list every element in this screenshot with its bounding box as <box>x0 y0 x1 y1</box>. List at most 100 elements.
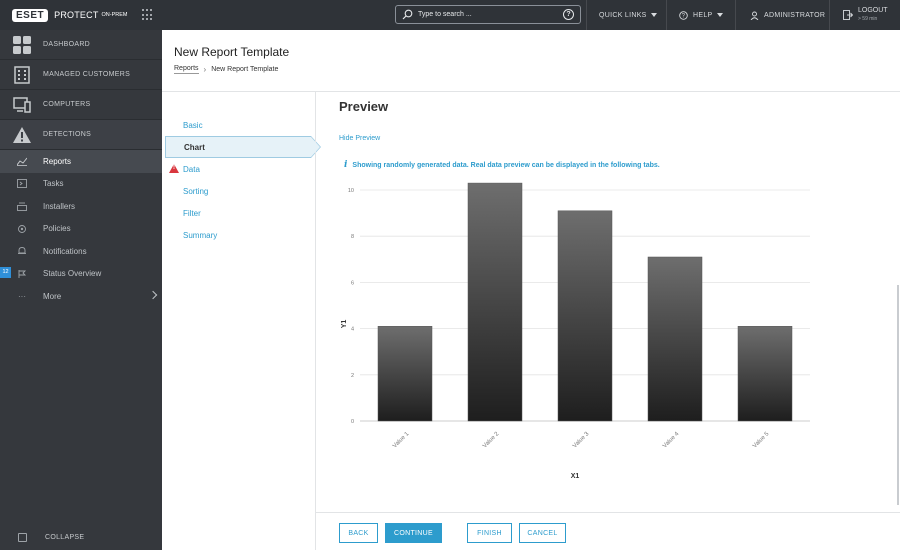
sidebar-item-notifications[interactable]: Notifications <box>0 240 162 263</box>
eset-logo[interactable]: ESET PROTECT ON-PREM <box>12 8 128 22</box>
continue-button[interactable]: CONTINUE <box>385 523 442 543</box>
sidebar-item-label: Installers <box>43 201 76 211</box>
scrollbar[interactable] <box>897 285 899 505</box>
installers-icon <box>17 201 27 211</box>
sidebar-item-label: Reports <box>43 156 72 166</box>
status-icon <box>17 269 27 279</box>
breadcrumb-separator-icon: › <box>203 65 207 74</box>
logout-icon <box>843 10 853 20</box>
quick-links-menu[interactable]: QUICK LINKS <box>599 0 657 30</box>
logout-text: LOGOUT <box>858 7 888 14</box>
bar[interactable] <box>647 256 703 422</box>
policies-icon <box>17 224 27 234</box>
sidebar-item-installers[interactable]: Installers <box>0 195 162 218</box>
y-tick-label: 4 <box>351 327 354 333</box>
content-divider <box>315 92 316 550</box>
building-icon <box>12 65 32 85</box>
sidebar-item-managed-customers[interactable]: MANAGED CUSTOMERS <box>0 60 162 90</box>
divider <box>586 0 587 30</box>
tasks-icon <box>17 179 27 189</box>
sidebar-item-label: Status Overview <box>43 269 102 279</box>
collapse-button[interactable]: COLLAPSE <box>0 524 162 550</box>
search-input[interactable]: Type to search ... <box>418 11 563 18</box>
chevron-right-icon <box>148 290 158 300</box>
breadcrumb: Reports › New Report Template <box>174 65 278 74</box>
collapse-label: COLLAPSE <box>45 533 85 541</box>
top-bar: ESET PROTECT ON-PREM Type to search ... … <box>0 0 900 30</box>
wizard-steps: Basic Chart Data Sorting Filter Summary <box>165 114 321 246</box>
page-header: New Report Template Reports › New Report… <box>162 30 900 92</box>
bar[interactable] <box>377 326 433 422</box>
logout-button[interactable]: LOGOUT > 59 min <box>843 4 888 26</box>
info-text: Showing randomly generated data. Real da… <box>352 161 660 169</box>
sidebar-item-label: Policies <box>43 224 71 234</box>
sidebar-item-policies[interactable]: Policies <box>0 218 162 241</box>
y-tick-label: 0 <box>351 419 354 425</box>
step-chart[interactable]: Chart <box>165 136 321 158</box>
preview-title: Preview <box>339 99 389 114</box>
help-icon: ? <box>679 10 688 20</box>
search-icon <box>402 9 413 20</box>
cancel-button[interactable]: CANCEL <box>519 523 566 543</box>
sidebar-item-computers[interactable]: COMPUTERS <box>0 90 162 120</box>
breadcrumb-current: New Report Template <box>211 66 279 73</box>
wizard-footer: BACK CONTINUE FINISH CANCEL <box>316 512 900 550</box>
step-filter[interactable]: Filter <box>165 202 315 224</box>
product-edition: ON-PREM <box>101 12 128 18</box>
logo-badge: ESET <box>12 8 49 22</box>
sidebar-item-reports[interactable]: Reports <box>0 150 162 173</box>
sidebar-item-tasks[interactable]: Tasks <box>0 173 162 196</box>
sidebar-item-label: Tasks <box>43 179 64 189</box>
reports-icon <box>17 156 27 166</box>
step-summary[interactable]: Summary <box>165 224 315 246</box>
sidebar-item-status-overview[interactable]: 12 Status Overview <box>0 263 162 286</box>
x-tick-label: Value 5 <box>752 431 771 450</box>
user-label: ADMINISTRATOR <box>764 11 826 19</box>
warning-icon <box>12 125 32 145</box>
logout-label: LOGOUT > 59 min <box>858 7 888 23</box>
page-title: New Report Template <box>174 45 290 59</box>
info-icon: i <box>344 160 348 170</box>
collapse-icon <box>18 532 27 542</box>
finish-button[interactable]: FINISH <box>467 523 512 543</box>
dashboard-icon <box>12 35 32 55</box>
sidebar-item-detections[interactable]: DETECTIONS <box>0 120 162 150</box>
y-tick-label: 10 <box>348 188 354 194</box>
back-button[interactable]: BACK <box>339 523 378 543</box>
bar[interactable] <box>467 182 523 422</box>
sidebar-item-more[interactable]: ··· More <box>0 285 162 308</box>
y-tick-label: 8 <box>351 234 354 240</box>
sidebar-item-dashboard[interactable]: DASHBOARD <box>0 30 162 60</box>
sidebar-item-label: DASHBOARD <box>43 41 91 48</box>
session-time: > 59 min <box>858 16 878 22</box>
more-icon: ··· <box>18 291 26 301</box>
sidebar: DASHBOARD MANAGED CUSTOMERS COMPUTERS DE… <box>0 30 162 550</box>
warning-icon <box>169 164 179 173</box>
search-box[interactable]: Type to search ... ? <box>395 5 581 24</box>
chart-bars <box>377 182 793 422</box>
search-help-icon[interactable]: ? <box>563 9 574 20</box>
bar-chart: 0246810 Value 1 Value 2 Value 3 Value 4 Valu… <box>341 182 810 480</box>
x-tick-label: Value 4 <box>662 431 681 450</box>
info-message: i Showing randomly generated data. Real … <box>344 160 660 170</box>
step-label: Data <box>183 164 200 174</box>
breadcrumb-link-reports[interactable]: Reports <box>174 65 199 74</box>
app-grid-icon[interactable] <box>141 9 154 21</box>
step-sorting[interactable]: Sorting <box>165 180 315 202</box>
step-data[interactable]: Data <box>165 158 315 180</box>
divider <box>735 0 736 30</box>
divider <box>829 0 830 30</box>
notifications-icon <box>17 246 27 256</box>
bar[interactable] <box>737 326 793 422</box>
sidebar-item-label: MANAGED CUSTOMERS <box>43 71 131 78</box>
chevron-down-icon <box>650 13 657 17</box>
bar[interactable] <box>557 210 613 422</box>
chevron-down-icon <box>716 13 723 17</box>
y-axis-label: Y1 <box>341 320 348 329</box>
sidebar-item-label: DETECTIONS <box>43 131 92 138</box>
x-tick-label: Value 3 <box>572 431 591 450</box>
step-basic[interactable]: Basic <box>165 114 315 136</box>
hide-preview-link[interactable]: Hide Preview <box>339 135 380 142</box>
help-menu[interactable]: ? HELP <box>679 0 723 30</box>
user-menu[interactable]: ADMINISTRATOR <box>750 0 825 30</box>
